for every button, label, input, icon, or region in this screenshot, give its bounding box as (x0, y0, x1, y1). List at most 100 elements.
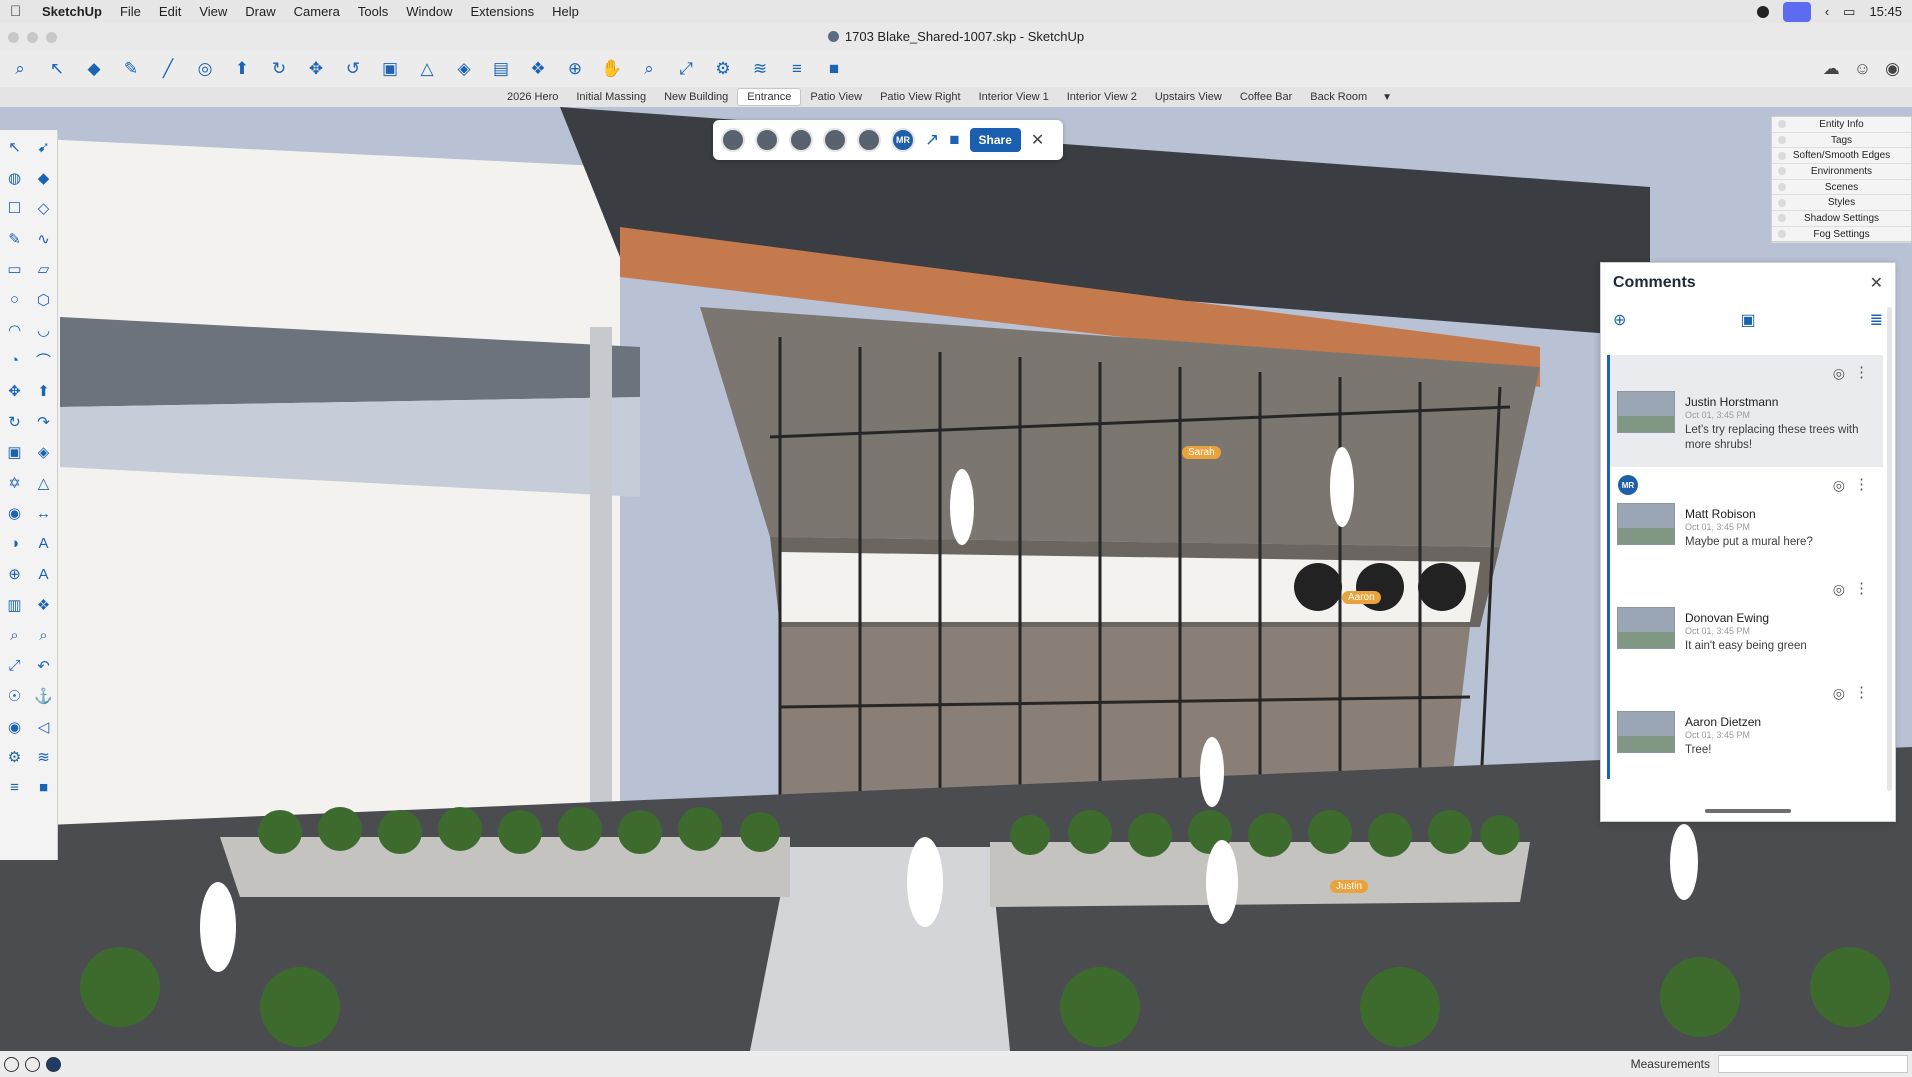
geo-location-icon[interactable] (4, 1056, 19, 1072)
pie-icon[interactable]: ◔ (0, 346, 29, 377)
mirror-icon[interactable]: △ (29, 468, 58, 499)
user-status-icon[interactable] (46, 1056, 61, 1072)
scale-tool-icon[interactable]: ▣ (376, 55, 404, 83)
look-around-icon[interactable]: ◉ (0, 712, 29, 743)
walk-icon[interactable]: ⚓ (29, 681, 58, 712)
tray-soften-smooth-edges[interactable]: Soften/Smooth Edges (1772, 148, 1911, 165)
extension-warehouse-icon[interactable]: ≋ (746, 55, 774, 83)
measurements-input[interactable] (1718, 1055, 1908, 1073)
rotate-icon[interactable]: ↻ (0, 407, 29, 438)
pencil-tool-icon[interactable]: ✎ (117, 55, 145, 83)
scene-tab-new-building[interactable]: New Building (655, 89, 737, 105)
layout-icon-2[interactable]: ≡ (0, 773, 29, 804)
credits-icon[interactable] (25, 1056, 40, 1072)
pin-icon[interactable]: ◎ (1833, 581, 1845, 598)
comment-view-icon[interactable]: ▣ (1740, 310, 1755, 330)
scene-tab-patio-view-right[interactable]: Patio View Right (871, 89, 970, 105)
more-options-icon[interactable]: ⋮ (1854, 579, 1869, 597)
rectangle-icon[interactable]: ▭ (0, 254, 29, 285)
menu-view[interactable]: View (199, 4, 227, 19)
paint-bucket-icon[interactable]: ❖ (524, 55, 552, 83)
scene-tab-interior-view-2[interactable]: Interior View 2 (1058, 89, 1146, 105)
battery-icon[interactable]: ▭ (1843, 4, 1855, 20)
move-icon[interactable]: ✥ (0, 376, 29, 407)
zoom-extents-icon-2[interactable]: ⤢ (0, 651, 29, 682)
move-tool-icon[interactable]: ✥ (302, 55, 330, 83)
scene-tab-initial-massing[interactable]: Initial Massing (567, 89, 655, 105)
text-icon[interactable]: A (29, 529, 58, 560)
push-pull-icon[interactable]: ⬆ (29, 376, 58, 407)
scene-tab-upstairs-view[interactable]: Upstairs View (1146, 89, 1231, 105)
arc-2pt-icon[interactable]: ◡ (29, 315, 58, 346)
scene-tab-coffee-bar[interactable]: Coffee Bar (1231, 89, 1301, 105)
share-button[interactable]: Share (969, 128, 1021, 152)
scene-tab-entrance[interactable]: Entrance (737, 88, 802, 106)
menu-extensions[interactable]: Extensions (470, 4, 534, 19)
menu-window[interactable]: Window (406, 4, 452, 19)
offset-tool-icon[interactable]: ◈ (450, 55, 478, 83)
comment-card[interactable]: ◎ ⋮ Justin Horstmann Oct 01, 3:45 PM Let… (1607, 355, 1883, 467)
account-icon[interactable]: ◉ (1885, 59, 1900, 79)
zoom-icon[interactable]: ⌕ (0, 620, 29, 651)
apple-menu-icon[interactable]:  (10, 3, 26, 20)
pin-icon[interactable]: ◎ (1833, 365, 1845, 382)
zoom-tool-icon[interactable]: ⌕ (635, 55, 663, 83)
menu-file[interactable]: File (120, 4, 141, 19)
orbit-tool-icon[interactable]: ⊕ (561, 55, 589, 83)
tray-environments[interactable]: Environments (1772, 164, 1911, 180)
tray-styles[interactable]: Styles (1772, 195, 1911, 212)
comments-resize-handle[interactable] (1705, 809, 1791, 813)
screen-share-icon[interactable] (1782, 1, 1811, 22)
collaborator-avatar-5[interactable] (857, 128, 881, 152)
warehouse-icon-2[interactable]: ⚙ (0, 742, 29, 773)
follow-me-tool-icon[interactable]: ↻ (265, 55, 293, 83)
scene-tab-2026-hero[interactable]: 2026 Hero (498, 89, 567, 105)
3pt-arc-icon[interactable]: ⌒ (29, 346, 58, 377)
pin-icon[interactable]: ◎ (1833, 477, 1845, 494)
zoom-window-button[interactable] (46, 32, 57, 43)
more-options-icon[interactable]: ⋮ (1854, 363, 1869, 381)
component-icon[interactable]: ☐ (0, 193, 29, 224)
comments-toolbar-icon[interactable]: ■ (820, 55, 848, 83)
axes-icon[interactable]: ⊕ (0, 559, 29, 590)
chevron-left-icon[interactable]: ‹ (1825, 4, 1829, 19)
previous-view-icon[interactable]: ↶ (29, 651, 58, 682)
tag-icon[interactable]: ◇ (29, 193, 58, 224)
more-options-icon[interactable]: ⋮ (1854, 475, 1869, 493)
collaborator-avatar-1[interactable] (721, 128, 745, 152)
push-pull-tool-icon[interactable]: ⬆ (228, 55, 256, 83)
minimize-window-button[interactable] (27, 32, 38, 43)
zoom-window-icon[interactable]: ⌕ (29, 620, 58, 651)
eraser-icon[interactable]: ◆ (29, 163, 58, 194)
zoom-extents-icon[interactable]: ⤢ (672, 55, 700, 83)
protractor-icon[interactable]: ◑ (0, 529, 29, 560)
follow-me-icon[interactable]: ↷ (29, 407, 58, 438)
record-icon[interactable] (1756, 5, 1769, 18)
collaborator-avatar-2[interactable] (755, 128, 779, 152)
paint-icon[interactable]: ◍ (0, 163, 29, 194)
users-icon[interactable]: ☺ (1854, 59, 1871, 79)
follow-icon[interactable]: ↗ (925, 130, 939, 150)
flip-tool-icon[interactable]: △ (413, 55, 441, 83)
comment-thumbnail[interactable] (1617, 607, 1675, 649)
pin-icon[interactable]: ◎ (1833, 685, 1845, 702)
lasso-icon[interactable]: ➹ (29, 132, 58, 163)
comment-card[interactable]: ◎ ⋮ Donovan Ewing Oct 01, 3:45 PM It ain… (1607, 571, 1883, 675)
warehouse-icon[interactable]: ⚙ (709, 55, 737, 83)
menu-help[interactable]: Help (552, 4, 579, 19)
tray-tags[interactable]: Tags (1772, 133, 1911, 149)
freehand-icon[interactable]: ∿ (29, 224, 58, 255)
tray-scenes[interactable]: Scenes (1772, 180, 1911, 196)
rotate-tool-icon[interactable]: ↺ (339, 55, 367, 83)
paint-bucket-icon-2[interactable]: ❖ (29, 590, 58, 621)
more-options-icon[interactable]: ⋮ (1854, 683, 1869, 701)
close-icon[interactable]: ✕ (1031, 130, 1044, 150)
menu-edit[interactable]: Edit (159, 4, 181, 19)
section-icon[interactable]: ◁ (29, 712, 58, 743)
pencil-icon[interactable]: ✎ (0, 224, 29, 255)
dimension-icon[interactable]: ↔ (29, 498, 58, 529)
scene-tabs-more-icon[interactable]: ▼ (1382, 92, 1392, 103)
menu-camera[interactable]: Camera (294, 4, 340, 19)
offset-icon[interactable]: ◈ (29, 437, 58, 468)
polygon-icon[interactable]: ⬡ (29, 285, 58, 316)
